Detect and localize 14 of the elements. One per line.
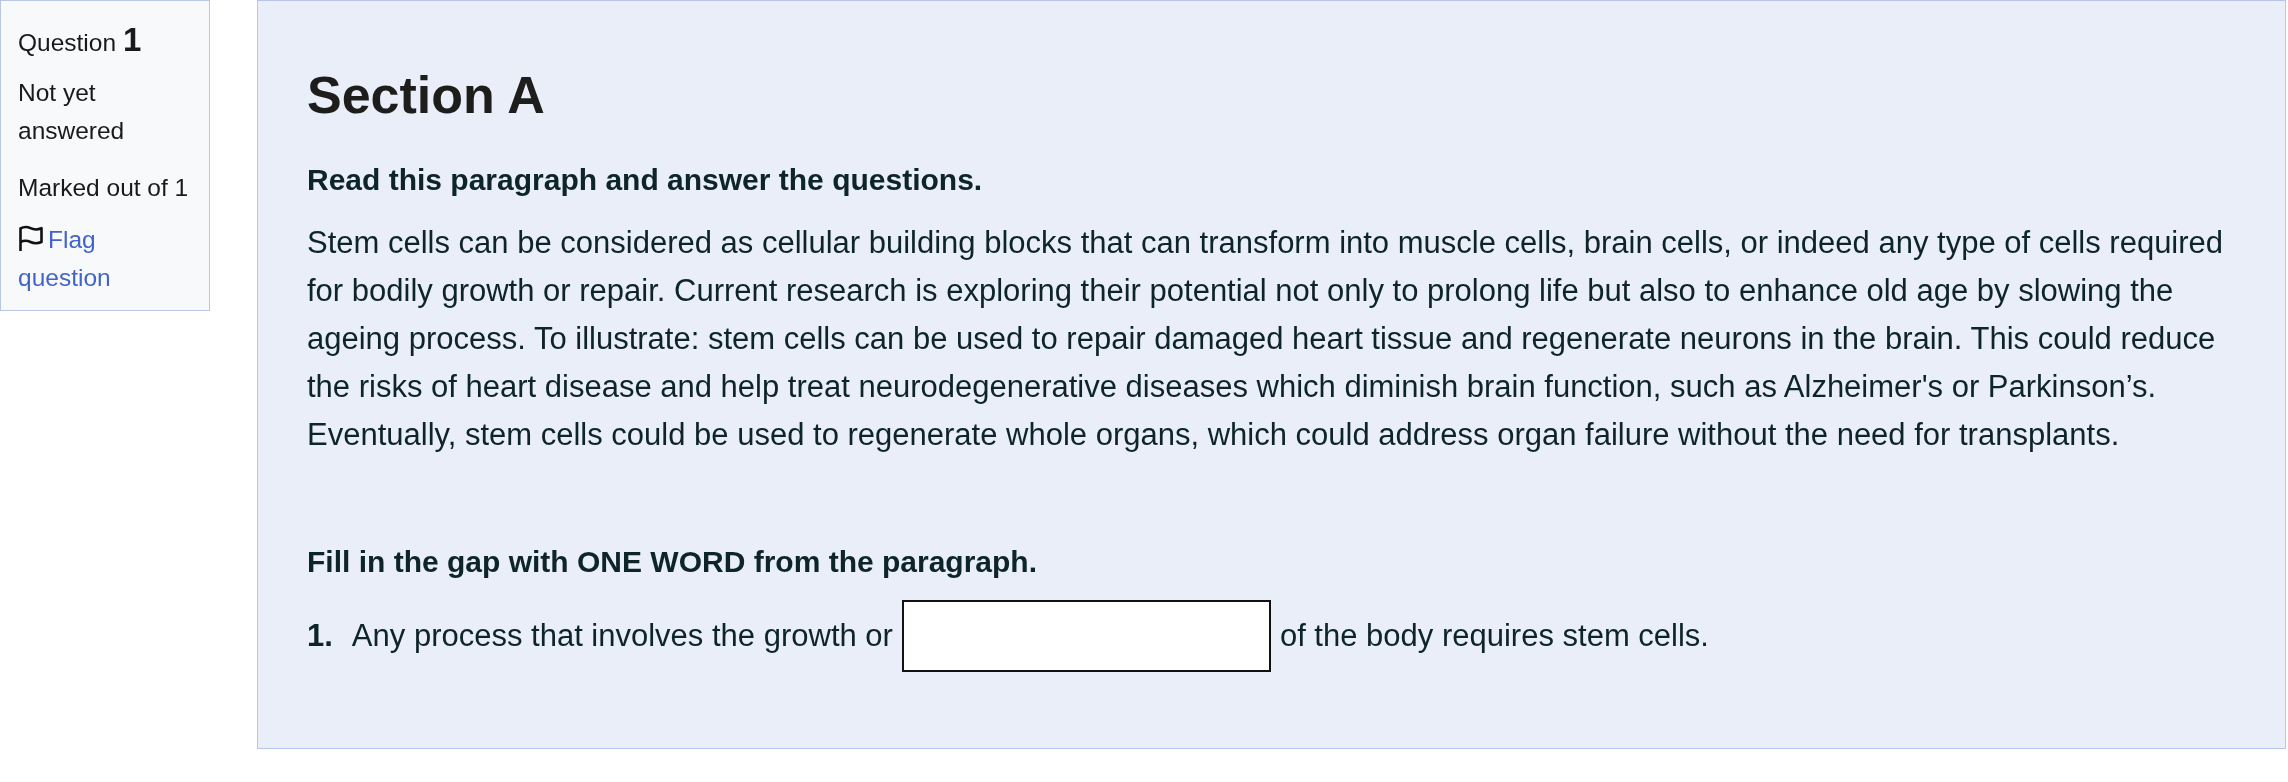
question-label: Question bbox=[18, 29, 117, 56]
question-text: of the body requires stem cells. bbox=[1279, 616, 1709, 655]
flag-icon bbox=[18, 225, 44, 252]
instruction-text: Read this paragraph and answer the questions. bbox=[307, 162, 983, 198]
status-text: Not yet answered bbox=[18, 78, 126, 146]
reading-paragraph: Stem cells can be considered as cellular building blocks that can transform into muscle cells, brain cells, or indeed any type of cells required for bodily growth or repair. Current research is exploring their potential not only to prolong life but also to enhance old age by slowing the ageing process. To illustrate: stem cells can be used to repair damaged heart tissue and regenerate neurons in the brain. This could reduce the risks of heart disease and help treat neurodegenerative diseases which diminish brain function, such as Alzheimer's or Parkinson’s. Eventually, stem cells could be used to regenerate whole organs, which could address organ failure without the need for transplants. bbox=[307, 224, 2225, 454]
marks-text: Marked out of 1 bbox=[18, 173, 189, 203]
question-number: 1 bbox=[122, 21, 142, 58]
answer-field[interactable] bbox=[901, 600, 1271, 672]
section-heading: Section A bbox=[307, 65, 545, 126]
question-text: Any process that involves the growth or bbox=[351, 616, 893, 655]
flag-question-link[interactable]: Flag question bbox=[18, 221, 158, 297]
gap-instruction: Fill in the gap with ONE WORD from the paragraph. bbox=[307, 544, 1038, 580]
item-number: 1. bbox=[307, 616, 333, 655]
